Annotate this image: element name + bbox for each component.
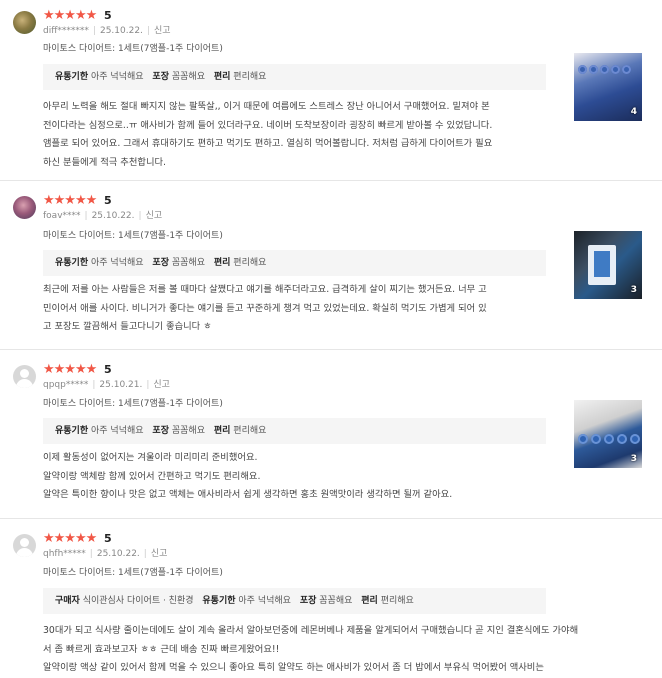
review-item: ★★★★★ 5 foav**** | 25.10.22. | 신고 마이토스 다이어트:… [0, 181, 662, 349]
purchase-option: 마이토스 다이어트: 1세트(7앰플-1주 다이어트) [43, 231, 223, 241]
review-photo-thumbnail[interactable]: 3 [574, 231, 642, 299]
review-line: 알약은 특이한 향이나 맛은 없고 액체는 애사비라서 쉽게 생각하면 홍초 원… [43, 489, 453, 500]
review-body: 아무리 노력을 해도 절대 빠지지 않는 팔뚝살,, 이거 때문에 여름에도 스… [43, 98, 553, 172]
review-line: 아무리 노력을 해도 절대 빠지지 않는 팔뚝살,, 이거 때문에 여름에도 스… [43, 101, 490, 112]
review-date: 25.10.22. [99, 26, 143, 36]
review-tag: 유통기한 아주 넉넉해요 [55, 426, 144, 436]
review-tag: 포장 꼼꼼해요 [152, 426, 205, 436]
star-rating: ★★★★★ [43, 362, 97, 377]
review-body: 이제 활동성이 없어지는 겨울이라 미리미리 준비했어요. 알약이랑 액체랑 함… [43, 449, 553, 505]
review-tag: 편리 편리해요 [213, 426, 267, 436]
review-item: ★★★★★ 5 qhfh***** | 25.10.22. | 신고 마이토스 다이어트… [0, 519, 662, 673]
star-rating: ★★★★★ [43, 531, 97, 546]
review-tag: 포장 꼼꼼해요 [152, 72, 205, 82]
user-id: foav**** [43, 211, 81, 221]
review-meta: qpqp***** | 25.10.21. | 신고 [43, 380, 170, 390]
review-line: 서 좀 빠르게 효과보고자 ㅎㅎ 근데 배송 진짜 빠르게왔어요!! [43, 643, 280, 655]
rating-value: 5 [104, 532, 112, 545]
review-photo-thumbnail[interactable]: 3 [574, 400, 642, 468]
purchase-option: 마이토스 다이어트: 1세트(7앰플-1주 다이어트) [43, 399, 223, 409]
review-tags: 구매자 식이관심사 다이어트 · 친환경 유통기한 아주 넉넉해요 포장 꼼꼼해… [43, 588, 546, 614]
review-tag: 구매자 식이관심사 다이어트 · 친환경 [55, 596, 194, 606]
review-tag: 유통기한 아주 넉넉해요 [202, 596, 291, 606]
review-tags: 유통기한 아주 넉넉해요 포장 꼼꼼해요 편리 편리해요 [43, 64, 546, 90]
review-meta: foav**** | 25.10.22. | 신고 [43, 211, 163, 221]
rating-value: 5 [104, 9, 112, 22]
photo-count: 3 [630, 454, 637, 464]
review-body: 30대가 되고 식사량 줄이는데에도 살이 계속 올라서 알아보던중에 레몬버베… [43, 622, 643, 678]
review-line: 30대가 되고 식사량 줄이는데에도 살이 계속 올라서 알아보던중에 레몬버베… [43, 625, 579, 636]
user-avatar[interactable] [13, 534, 36, 557]
review-date: 25.10.21. [99, 380, 143, 390]
review-tag: 편리 편리해요 [213, 258, 267, 268]
user-avatar[interactable] [13, 365, 36, 388]
star-rating: ★★★★★ [43, 8, 97, 23]
review-line: 알약이랑 액체랑 함께 있어서 간편하고 먹기도 편리해요. [43, 470, 261, 482]
purchase-option: 마이토스 다이어트: 1세트(7앰플-1주 다이어트) [43, 568, 223, 578]
star-rating: ★★★★★ [43, 193, 97, 208]
rating-value: 5 [104, 363, 112, 376]
review-meta: diff******* | 25.10.22. | 신고 [43, 26, 171, 36]
report-button[interactable]: 신고 [151, 549, 168, 559]
photo-count: 4 [630, 107, 637, 117]
review-tag: 포장 꼼꼼해요 [152, 258, 205, 268]
review-line: 전이다라는 심정으로..ㅠ 애사비가 함께 들어 있더라구요. 네이버 도착보장… [43, 119, 493, 131]
review-body: 최근에 저를 아는 사람들은 저를 볼 때마다 살쪘다고 얘기를 해주더라고요.… [43, 281, 553, 337]
review-tag: 유통기한 아주 넉넉해요 [55, 72, 144, 82]
rating-value: 5 [104, 194, 112, 207]
review-tag: 편리 편리해요 [361, 596, 414, 606]
review-line: 하신 분들에게 적극 추천합니다. [43, 156, 167, 168]
review-line: 고 포장도 깔끔해서 들고다니기 좋습니다 ㅎ [43, 321, 212, 332]
photo-count: 3 [630, 285, 637, 295]
report-button[interactable]: 신고 [153, 380, 170, 390]
user-avatar[interactable] [13, 196, 36, 219]
purchase-option: 마이토스 다이어트: 1세트(7앰플-1주 다이어트) [43, 44, 223, 54]
report-button[interactable]: 신고 [154, 26, 171, 36]
review-tag: 포장 꼼꼼해요 [299, 596, 353, 606]
review-line: 앰플로 되어 있어요. 그래서 휴대하기도 편하고 먹기도 편하고. 열심히 먹… [43, 138, 493, 149]
review-line: 최근에 저를 아는 사람들은 저를 볼 때마다 살쪘다고 얘기를 해주더라고요.… [43, 284, 487, 295]
user-avatar[interactable] [13, 11, 36, 34]
review-tag: 편리 편리해요 [213, 72, 267, 82]
review-date: 25.10.22. [91, 211, 135, 221]
review-tags: 유통기한 아주 넉넉해요 포장 꼼꼼해요 편리 편리해요 [43, 250, 546, 276]
report-button[interactable]: 신고 [146, 211, 163, 221]
review-line: 민이어서 애를 사이다. 비니거가 좋다는 얘기를 듣고 꾸준하게 챙겨 먹고 … [43, 302, 487, 314]
review-date: 25.10.22. [96, 549, 140, 559]
user-id: qhfh***** [43, 549, 86, 559]
review-item: ★★★★★ 5 qpqp***** | 25.10.21. | 신고 마이토스 다이어트… [0, 350, 662, 518]
user-id: diff******* [43, 26, 89, 36]
review-meta: qhfh***** | 25.10.22. | 신고 [43, 549, 168, 559]
review-tag: 유통기한 아주 넉넉해요 [55, 258, 144, 268]
review-item: ★★★★★ 5 diff******* | 25.10.22. | 신고 마이토스 다이… [0, 0, 662, 180]
user-id: qpqp***** [43, 380, 89, 390]
review-tags: 유통기한 아주 넉넉해요 포장 꼼꼼해요 편리 편리해요 [43, 418, 546, 444]
review-line: 이제 활동성이 없어지는 겨울이라 미리미리 준비했어요. [43, 452, 258, 463]
review-photo-thumbnail[interactable]: 4 [574, 53, 642, 121]
